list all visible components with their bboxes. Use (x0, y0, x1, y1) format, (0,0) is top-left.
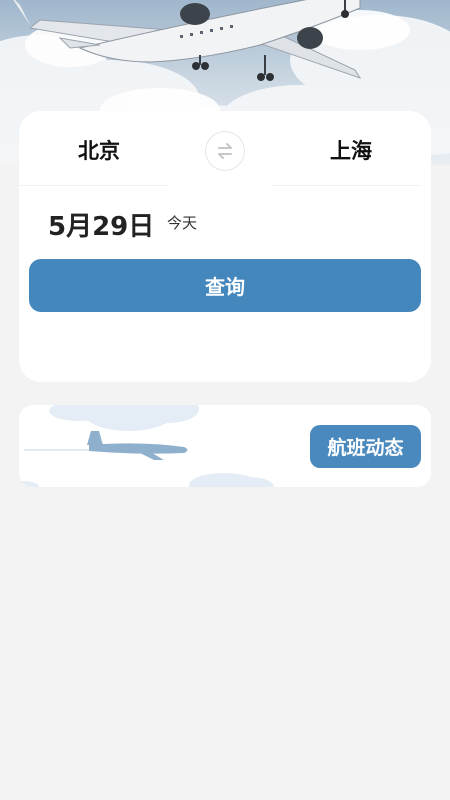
divider (271, 185, 421, 186)
swap-cities-button[interactable] (205, 131, 245, 171)
divider (19, 185, 167, 186)
airplane-icon (87, 431, 188, 460)
flight-status-card[interactable]: 航班动态 (19, 405, 431, 487)
date-hint: 今天 (167, 214, 198, 232)
flight-search-card: 北京 上海 5月29日 今天 查询 (19, 111, 431, 382)
departure-date[interactable]: 5月29日 (48, 206, 154, 243)
search-button[interactable]: 查询 (29, 259, 421, 312)
arrival-city[interactable]: 上海 (301, 133, 401, 169)
swap-arrows-icon (218, 143, 232, 159)
flight-status-button[interactable]: 航班动态 (310, 425, 421, 468)
departure-city[interactable]: 北京 (49, 133, 149, 169)
